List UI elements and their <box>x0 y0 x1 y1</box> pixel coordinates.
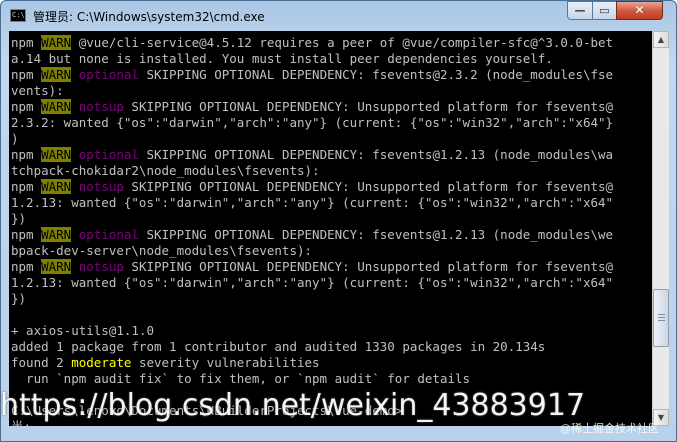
watermark-tag: @稀土掘金技术社区 <box>560 422 659 435</box>
console-prefix: npm <box>11 259 42 274</box>
thumb-grip <box>658 317 665 318</box>
console-line: 1.2.13: wanted {"os":"darwin","arch":"an… <box>11 275 613 291</box>
console-text: SKIPPING OPTIONAL DEPENDENCY: fsevents@2… <box>138 67 614 82</box>
console-line: 1.2.13: wanted {"os":"darwin","arch":"an… <box>11 195 613 211</box>
console-line: 2.3.2: wanted {"os":"darwin","arch":"any… <box>11 115 613 131</box>
console-tag-warn: WARN <box>41 147 72 162</box>
console-line: npm WARN notsup SKIPPING OPTIONAL DEPEND… <box>11 99 613 115</box>
console-prefix: npm <box>11 147 42 162</box>
console-line: a.14 but none is installed. You must ins… <box>11 51 553 67</box>
console-text: run `npm audit fix` to fix them, or `npm… <box>11 371 471 386</box>
scroll-up-button[interactable]: ▲ <box>653 31 669 48</box>
console-text: 2.3.2: wanted {"os":"darwin","arch":"any… <box>11 115 614 130</box>
thumb-grip <box>658 314 665 315</box>
console-text: a.14 but none is installed. You must ins… <box>11 51 553 66</box>
console-line: found 2 moderate severity vulnerabilitie… <box>11 355 320 371</box>
console-line: ) <box>11 131 19 147</box>
console-mid-moderate: moderate <box>63 355 132 370</box>
console-line: npm WARN notsup SKIPPING OPTIONAL DEPEND… <box>11 259 613 275</box>
console-line: npm WARN optional SKIPPING OPTIONAL DEPE… <box>11 147 613 163</box>
console-text: vents): <box>11 83 64 98</box>
console-mid-optional: optional <box>71 227 139 242</box>
console-text: + axios-utils@1.1.0 <box>11 323 154 338</box>
console-text: SKIPPING OPTIONAL DEPENDENCY: fsevents@1… <box>138 227 614 242</box>
console-text: ) <box>11 131 19 146</box>
console-mid-notsup: notsup <box>71 99 124 114</box>
console-tag-warn: WARN <box>41 179 72 194</box>
console-text: SKIPPING OPTIONAL DEPENDENCY: Unsupporte… <box>123 259 614 274</box>
console-prefix: npm <box>11 67 42 82</box>
console-mid-notsup: notsup <box>71 179 124 194</box>
console-line: npm WARN @vue/cli-service@4.5.12 require… <box>11 35 613 51</box>
console-line: tchpack-chokidar2\node_modules\fsevents)… <box>11 163 320 179</box>
console-tag-warn: WARN <box>41 99 72 114</box>
maximize-icon: ▭ <box>599 4 610 17</box>
console-text: SKIPPING OPTIONAL DEPENDENCY: fsevents@1… <box>138 147 614 162</box>
scroll-thumb[interactable] <box>653 289 669 347</box>
maximize-button[interactable]: ▭ <box>592 1 617 20</box>
console-text: }) <box>11 291 27 306</box>
cmd-icon[interactable]: C:\ <box>10 9 26 22</box>
console-text: SKIPPING OPTIONAL DEPENDENCY: Unsupporte… <box>123 179 614 194</box>
console-text: tchpack-chokidar2\node_modules\fsevents)… <box>11 163 320 178</box>
console-prefix: found 2 <box>11 355 64 370</box>
console-text: added 1 package from 1 contributor and a… <box>11 339 546 354</box>
console-tag-warn: WARN <box>41 259 72 274</box>
console-line: + axios-utils@1.1.0 <box>11 323 154 339</box>
close-icon: ✕ <box>634 3 645 17</box>
console-tag-warn: WARN <box>41 227 72 242</box>
console-tag-warn: WARN <box>41 67 72 82</box>
title-bar[interactable]: C:\ 管理员: C:\Windows\system32\cmd.exe — ▭… <box>1 1 676 31</box>
console-mid-optional: optional <box>71 147 139 162</box>
minimize-button[interactable]: — <box>567 1 593 20</box>
console-text: SKIPPING OPTIONAL DEPENDENCY: Unsupporte… <box>123 99 614 114</box>
console-text: }) <box>11 211 27 226</box>
console-text: 1.2.13: wanted {"os":"darwin","arch":"an… <box>11 275 614 290</box>
console-line: vents): <box>11 83 64 99</box>
console-prefix: npm <box>11 99 42 114</box>
close-button[interactable]: ✕ <box>616 1 663 20</box>
console-text: @vue/cli-service@4.5.12 requires a peer … <box>71 35 614 50</box>
console-text: bpack-dev-server\node_modules\fsevents): <box>11 243 313 258</box>
minimize-icon: — <box>574 4 586 17</box>
console-prefix: npm <box>11 179 42 194</box>
console-line: run `npm audit fix` to fix them, or `npm… <box>11 371 470 387</box>
console-text: severity vulnerabilities <box>131 355 320 370</box>
console-prefix: npm <box>11 227 42 242</box>
console-prefix: npm <box>11 35 42 50</box>
thumb-grip <box>658 320 665 321</box>
cmd-window: C:\ 管理员: C:\Windows\system32\cmd.exe — ▭… <box>0 0 677 442</box>
console-mid-optional: optional <box>71 67 139 82</box>
console-line: npm WARN optional SKIPPING OPTIONAL DEPE… <box>11 227 613 243</box>
watermark-url: https://blog.csdn.net/weixin_43883917 <box>0 388 586 423</box>
console-line: }) <box>11 211 26 227</box>
console-tag-warn: WARN <box>41 35 72 50</box>
console-line: bpack-dev-server\node_modules\fsevents): <box>11 243 312 259</box>
console-line: added 1 package from 1 contributor and a… <box>11 339 545 355</box>
console-line: npm WARN notsup SKIPPING OPTIONAL DEPEND… <box>11 179 613 195</box>
console-mid-notsup: notsup <box>71 259 124 274</box>
console-line: }) <box>11 291 26 307</box>
console-text: 1.2.13: wanted {"os":"darwin","arch":"an… <box>11 195 614 210</box>
console-line: npm WARN optional SKIPPING OPTIONAL DEPE… <box>11 67 613 83</box>
console-output[interactable]: npm WARN @vue/cli-service@4.5.12 require… <box>9 31 652 426</box>
window-title: 管理员: C:\Windows\system32\cmd.exe <box>33 10 265 24</box>
vertical-scrollbar[interactable]: ▲ ▼ <box>652 31 669 426</box>
